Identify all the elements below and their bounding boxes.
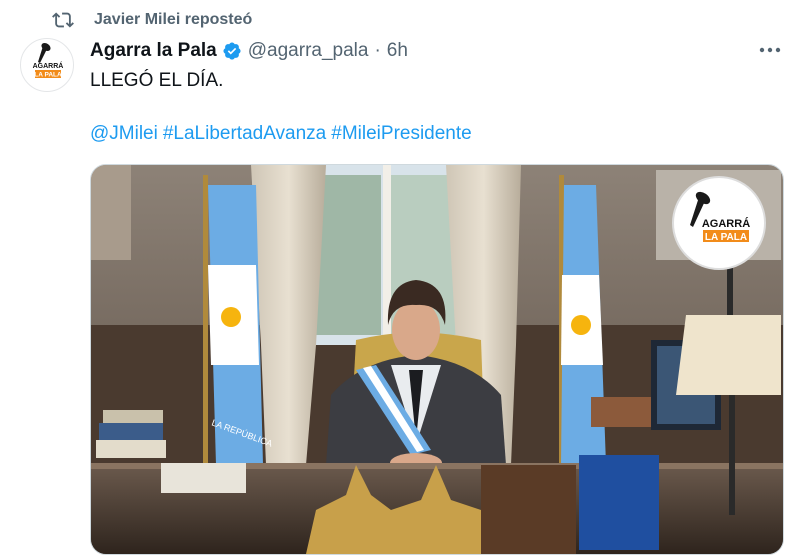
more-options-button[interactable] [756,38,784,62]
author-handle[interactable]: @agarra_pala [248,40,369,62]
tweet-header: Agarra la Pala @agarra_pala · 6h [90,37,408,65]
tweet-timestamp[interactable]: 6h [387,40,408,62]
tweet-media-image[interactable]: AGARRÁ LA PALA LA REPÚBLICA [90,164,784,555]
avatar-text-bottom: LA PALA [34,72,62,79]
tweet-hashtags: @JMilei #LaLibertadAvanza #MileiPresidente [90,122,472,146]
repost-label: Javier Milei reposteó [94,11,253,28]
more-options-icon [759,47,781,53]
hashtag-link[interactable]: #LaLibertadAvanza [163,123,326,144]
repost-line[interactable]: Javier Milei reposteó [52,8,252,32]
tweet-text: LLEGÓ EL DÍA. [90,70,224,91]
author-avatar[interactable]: AGARRÁ LA PALA [20,38,74,92]
author-name[interactable]: Agarra la Pala [90,40,217,62]
watermark-text-bottom: LA PALA [705,232,747,243]
office-photo: AGARRÁ LA PALA LA REPÚBLICA [91,165,783,554]
hashtag-link[interactable]: #MileiPresidente [331,123,471,144]
mention-link[interactable]: @JMilei [90,123,158,144]
watermark-text-top: AGARRÁ [702,217,750,230]
shovel-logo-icon: AGARRÁ LA PALA [33,42,64,79]
separator-dot: · [374,40,381,61]
avatar-text-top: AGARRÁ [33,61,64,70]
verified-badge-icon[interactable] [222,41,242,61]
repost-icon [52,12,74,28]
